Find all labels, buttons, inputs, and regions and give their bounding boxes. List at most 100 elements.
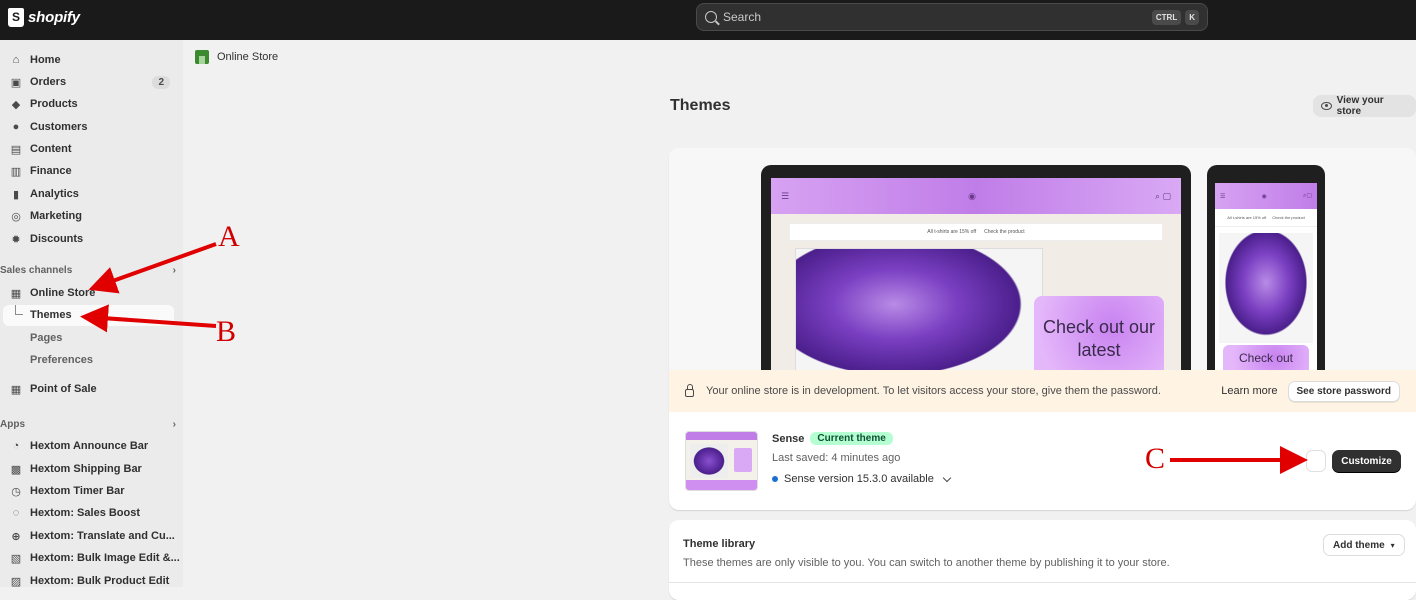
brand-name: shopify [28,9,80,26]
sidebar-app-item[interactable]: ◌ Hextom: Sales Boost [0,502,180,524]
theme-thumbnail [685,431,758,491]
view-store-button[interactable]: View your store [1313,95,1416,117]
sidebar-item-label: Hextom Announce Bar [30,440,149,452]
sidebar-item-marketing[interactable]: ◎ Marketing [0,205,180,227]
sidebar-item-label: Marketing [30,210,82,222]
menu-icon: ☰ [1220,193,1226,200]
sidebar-app-item[interactable]: ⊕ Hextom: Translate and Cu... [0,525,180,547]
sidebar-item-finance[interactable]: ▥ Finance [0,160,180,182]
chevron-right-icon: › [172,419,176,430]
logo-icon: ◉ [968,190,976,201]
eye-icon [1321,102,1332,110]
content-icon: ▤ [10,143,22,156]
product-edit-icon: ▨ [10,575,22,588]
theme-library-card: Theme library These themes are only visi… [669,520,1416,600]
announcement-text: All t-shirts are 15% off [927,229,977,235]
version-update[interactable]: Sense version 15.3.0 available [772,473,952,485]
home-icon: ⌂ [12,54,20,66]
sidebar-item-content[interactable]: ▤ Content [0,138,180,160]
see-store-password-button[interactable]: See store password [1287,380,1400,402]
sidebar-item-products[interactable]: ◆ Products [0,93,180,115]
bank-icon: ▥ [10,165,22,178]
search-icon [705,11,717,23]
sidebar-item-label: Hextom: Translate and Cu... [30,530,175,542]
truck-icon: ▩ [10,463,22,476]
sidebar-item-home[interactable]: ⌂ Home [0,49,180,71]
mobile-announcement: All t-shirts are 15% off Check the produ… [1215,209,1317,227]
more-actions-button[interactable] [1306,450,1326,472]
add-theme-button[interactable]: Add theme ▾ [1323,534,1405,556]
version-text: Sense version 15.3.0 available [784,473,934,485]
breadcrumb[interactable]: Online Store [195,50,278,64]
sidebar-item-online-store[interactable]: ▦ Online Store [0,282,180,304]
breadcrumb-label: Online Store [217,51,279,63]
sidebar-item-customers[interactable]: ● Customers [0,116,180,138]
shopify-bag-icon [8,8,24,27]
sidebar-app-item[interactable]: ▧ Hextom: Bulk Image Edit &... [0,547,180,569]
sidebar-item-discounts[interactable]: ✹ Discounts [0,228,180,250]
announcement-link: Check the product [984,229,1025,235]
theme-library-title: Theme library [683,538,756,550]
thumb-phone [734,448,752,472]
add-theme-label: Add theme [1333,539,1385,551]
sidebar-item-preferences[interactable]: Preferences [30,354,93,366]
current-theme-card: ☰ ◉ ⌕ ▢ All t-shirts are 15% off Check t… [669,148,1416,510]
sidebar-app-item[interactable]: ◔ Hextom Announce Bar [0,435,180,457]
sidebar-item-point-of-sale[interactable]: ▦ Point of Sale [0,378,180,400]
image-edit-icon: ▧ [10,552,22,565]
sidebar-item-analytics[interactable]: ▮ Analytics [0,183,180,205]
page-title: Themes [670,97,731,114]
chevron-down-icon [942,473,952,482]
sales-channels-header[interactable]: Sales channels › [0,265,176,276]
sidebar-item-label: Discounts [30,233,84,245]
theme-preview[interactable]: ☰ ◉ ⌕ ▢ All t-shirts are 15% off Check t… [669,148,1416,370]
sidebar-item-label: Hextom Shipping Bar [30,463,142,475]
shopify-logo[interactable]: shopify [8,8,80,27]
logo-icon: ◉ [1261,193,1267,200]
sidebar-item-pages[interactable]: Pages [30,332,62,344]
sidebar-item-label: Hextom: Sales Boost [30,507,141,519]
online-store-icon [195,50,209,64]
annotation-label-a: A [218,220,240,253]
tree-connector [15,305,23,315]
sidebar-item-label: Customers [30,121,88,133]
translate-icon: ⊕ [11,530,21,543]
timer-icon: ◷ [11,485,21,498]
last-saved: Last saved: 4 minutes ago [772,452,901,464]
thumb-crystal [690,444,728,478]
shortcut-k: K [1185,9,1199,25]
sidebar-app-item[interactable]: ▩ Hextom Shipping Bar [0,458,180,480]
amethyst-image [1219,233,1313,343]
pos-icon: ▦ [10,383,22,396]
sidebar-item-orders[interactable]: ▣ Orders 2 [0,71,180,93]
apps-header[interactable]: Apps › [0,419,176,430]
amethyst-image [795,248,1043,370]
mobile-header: ☰ ◉ ⌕▢ [1215,183,1317,209]
sidebar-item-label: Products [30,98,78,110]
orders-count-badge: 2 [152,75,170,89]
mobile-promo: Check out [1223,345,1309,370]
sidebar-item-label: Content [30,143,72,155]
sidebar-item-label: Home [30,54,61,66]
apps-label: Apps [0,419,25,430]
sales-channels-label: Sales channels [0,265,73,276]
search-cart-icon: ⌕▢ [1302,193,1312,199]
learn-more-link[interactable]: Learn more [1221,385,1277,397]
sidebar-app-item[interactable]: ◷ Hextom Timer Bar [0,480,180,502]
sidebar-item-label: Orders [30,76,67,88]
sidebar-item-label: Hextom: Bulk Image Edit &... [30,552,180,564]
annotation-label-c: C [1145,442,1166,475]
desktop-preview: ☰ ◉ ⌕ ▢ All t-shirts are 15% off Check t… [761,165,1191,370]
discount-icon: ✹ [11,233,21,246]
preview-announcement: All t-shirts are 15% off Check the produ… [789,223,1163,241]
tag-icon: ◆ [11,98,21,111]
sidebar-item-label: Analytics [30,188,79,200]
bar-chart-icon: ▮ [12,188,20,201]
search-bar[interactable]: Search CTRL K [696,3,1208,31]
customize-button[interactable]: Customize [1332,450,1401,472]
sidebar-item-themes[interactable]: Themes [30,309,72,321]
view-store-label: View your store [1336,95,1384,117]
sidebar-app-item[interactable]: ▨ Hextom: Bulk Product Edit [0,570,180,592]
mobile-preview: ☰ ◉ ⌕▢ All t-shirts are 15% off Check th… [1207,165,1325,370]
boost-icon: ◌ [12,507,20,519]
